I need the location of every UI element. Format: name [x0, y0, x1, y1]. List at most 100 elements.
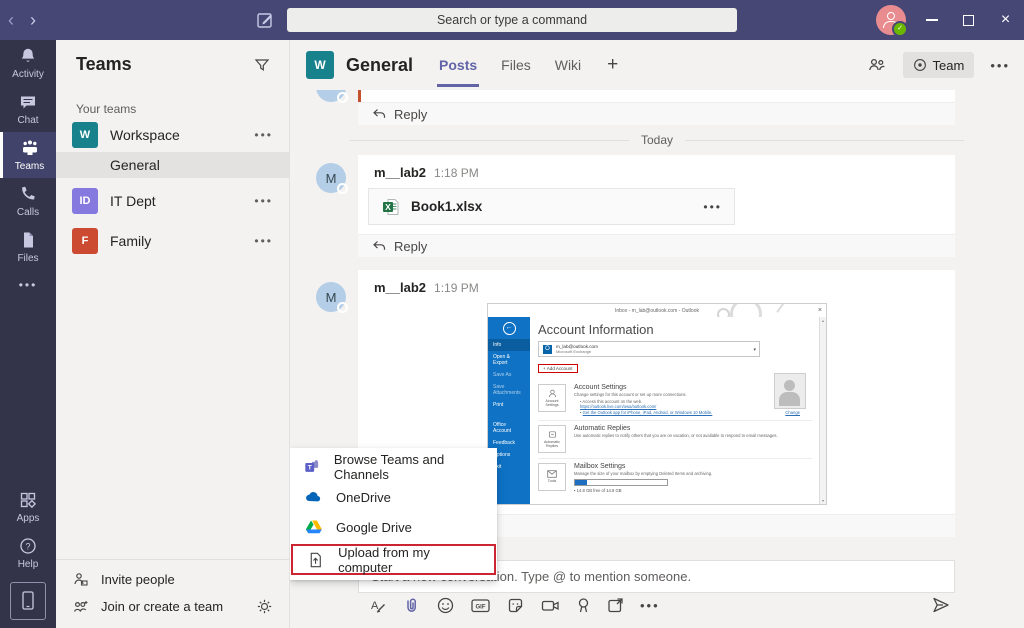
avatar: M	[316, 163, 346, 193]
outlook-close-icon: ×	[818, 307, 822, 314]
team-visibility-button[interactable]: Team	[903, 52, 975, 78]
menu-item-onedrive[interactable]: OneDrive	[290, 482, 497, 512]
message-image-outlook-screenshot[interactable]: Inbox - m_lab@outlook.com - Outlook × ← …	[487, 303, 827, 505]
upload-file-icon	[307, 551, 324, 569]
new-chat-icon[interactable]	[255, 10, 275, 30]
menu-item-label: Upload from my computer	[338, 545, 480, 575]
svg-text:GIF: GIF	[476, 605, 486, 611]
envelope-icon	[547, 470, 557, 478]
today-label: Today	[641, 133, 673, 147]
minimize-button[interactable]	[913, 0, 950, 40]
add-tab-button[interactable]: +	[607, 40, 618, 90]
menu-item-upload-from-computer[interactable]: Upload from my computer	[293, 546, 494, 573]
outlook-nav-save-as: Save As	[488, 369, 530, 381]
svg-text:X: X	[385, 202, 391, 212]
team-more-icon[interactable]: •••	[254, 128, 273, 142]
outlook-nav-save-attachments: Save Attachments	[488, 381, 530, 399]
menu-item-label: Google Drive	[336, 520, 412, 535]
new-conversation-icon[interactable]	[606, 596, 625, 615]
google-drive-icon	[304, 518, 322, 536]
rail-item-apps[interactable]: Apps	[0, 484, 56, 530]
meet-now-camera-icon[interactable]	[540, 596, 561, 615]
message-card: Reply	[358, 90, 955, 125]
sidebar-team-itdept[interactable]: ID IT Dept •••	[56, 186, 289, 216]
team-more-icon[interactable]: •••	[254, 194, 273, 208]
outlook-section-account-settings: Account Settings Account Settings Change…	[538, 380, 812, 415]
team-avatar: F	[72, 228, 98, 254]
sticker-icon[interactable]	[506, 596, 525, 615]
change-photo-link: Change	[785, 410, 800, 415]
reply-label: Reply	[394, 239, 427, 254]
reply-button[interactable]: Reply	[358, 234, 955, 257]
sidebar-channel-general[interactable]: General	[56, 152, 289, 178]
join-create-team-button[interactable]: Join or create a team	[72, 593, 273, 620]
praise-icon[interactable]	[576, 596, 591, 615]
team-more-icon[interactable]: •••	[254, 234, 273, 248]
today-divider: Today	[350, 133, 964, 147]
attachment-more-icon[interactable]: •••	[703, 200, 722, 214]
rail-item-label: Help	[18, 559, 39, 570]
attachment-card[interactable]: X Book1.xlsx •••	[368, 188, 735, 225]
avatar[interactable]: ✓	[876, 5, 906, 35]
menu-item-google-drive[interactable]: Google Drive	[290, 512, 497, 542]
outlook-heading: Account Information	[538, 322, 812, 337]
person-icon	[548, 389, 557, 398]
close-button[interactable]: ×	[987, 0, 1024, 40]
rail-item-help[interactable]: ? Help	[0, 530, 56, 576]
gear-icon[interactable]	[256, 598, 273, 615]
reply-label: Reply	[394, 107, 427, 122]
app-rail: Activity Chat Teams Calls Files ••• Apps…	[0, 40, 56, 628]
chat-icon	[18, 92, 38, 112]
tab-wiki[interactable]: Wiki	[555, 40, 581, 90]
format-icon[interactable]: A	[368, 596, 387, 615]
attach-icon[interactable]	[402, 596, 421, 615]
message-author: m__lab2	[374, 280, 426, 295]
rail-item-teams[interactable]: Teams	[0, 132, 56, 178]
channel-more-icon[interactable]: •••	[990, 58, 1010, 73]
dropdown-caret-icon: ▾	[753, 347, 756, 353]
outlook-section-title: Mailbox Settings	[574, 463, 712, 470]
rail-more-icon[interactable]: •••	[0, 270, 56, 300]
rail-item-activity[interactable]: Activity	[0, 40, 56, 86]
mobile-app-button[interactable]	[10, 582, 46, 620]
maximize-button[interactable]	[950, 0, 987, 40]
join-create-team-label: Join or create a team	[101, 599, 223, 614]
tab-files[interactable]: Files	[501, 40, 531, 90]
maximize-icon	[963, 15, 974, 26]
reply-arrow-icon	[372, 108, 386, 120]
filter-icon[interactable]	[253, 56, 271, 74]
teams-logo-icon: T	[304, 458, 320, 476]
rail-item-chat[interactable]: Chat	[0, 86, 56, 132]
members-icon[interactable]	[867, 55, 887, 75]
gif-icon[interactable]: GIF	[470, 596, 491, 615]
emoji-icon[interactable]	[436, 596, 455, 615]
forward-arrow-icon[interactable]: ›	[30, 10, 36, 31]
eye-icon	[913, 58, 927, 72]
avatar-person-icon	[887, 12, 895, 20]
auto-reply-icon	[548, 430, 557, 439]
bell-icon	[18, 46, 38, 66]
sidebar-team-family[interactable]: F Family •••	[56, 226, 289, 256]
menu-item-browse-teams[interactable]: T Browse Teams and Channels	[290, 452, 497, 482]
sidebar-team-workspace[interactable]: W Workspace •••	[56, 120, 289, 150]
rail-item-files[interactable]: Files	[0, 224, 56, 270]
team-name: Family	[110, 233, 151, 249]
channel-title: General	[346, 55, 413, 76]
tab-posts[interactable]: Posts	[439, 40, 477, 90]
avatar-initials: M	[326, 290, 337, 305]
outlook-section-mailbox-settings: Tools Mailbox Settings Manage the size o…	[538, 458, 812, 493]
compose-more-icon[interactable]: •••	[640, 598, 660, 613]
invite-people-button[interactable]: Invite people	[72, 566, 273, 593]
teams-app-window: ‹ › Search or type a command ✓ × Activit…	[0, 0, 1024, 628]
channel-header: W General Posts Files Wiki + Team •••	[290, 40, 1024, 90]
back-arrow-icon[interactable]: ‹	[8, 10, 14, 31]
reply-button[interactable]: Reply	[358, 102, 955, 125]
rail-item-calls[interactable]: Calls	[0, 178, 56, 224]
search-input[interactable]: Search or type a command	[287, 8, 737, 32]
mailbox-storage-bar	[574, 479, 668, 486]
mailbox-storage-label: ▪ 14.8 GB free of 14.8 GB	[574, 488, 712, 493]
outlook-backstage-main: Account Information O m_lab@outlook.com …	[530, 317, 820, 504]
send-icon[interactable]	[931, 595, 951, 615]
team-button-label: Team	[933, 58, 965, 73]
rail-item-label: Apps	[17, 513, 40, 524]
